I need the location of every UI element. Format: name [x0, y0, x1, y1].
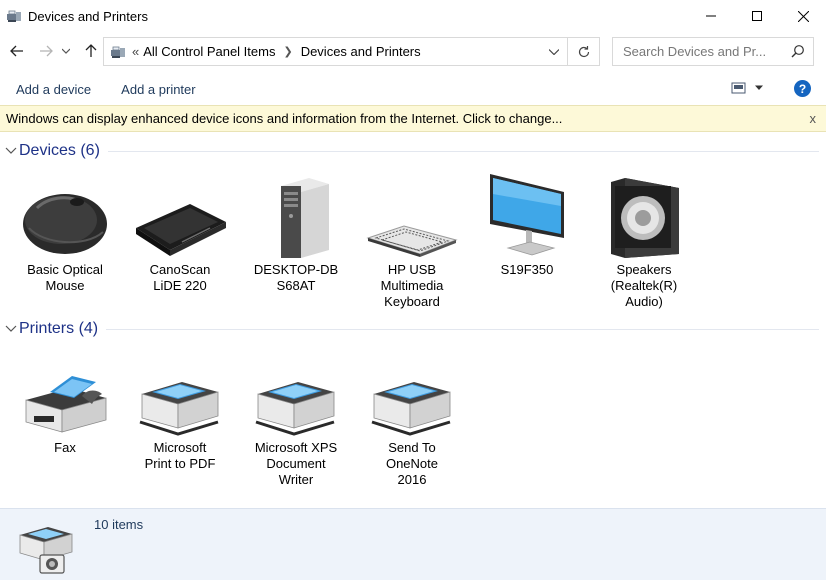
chevron-down-icon [62, 48, 70, 54]
item-count: 10 items [94, 517, 144, 532]
info-bar[interactable]: Windows can display enhanced device icon… [0, 105, 826, 132]
printer-icon [125, 350, 235, 436]
device-tile[interactable]: CanoScan LiDE 220 [125, 172, 235, 294]
devices-group-title: Devices (6) [19, 142, 100, 159]
minimize-button[interactable] [688, 0, 734, 32]
speaker-icon [589, 172, 699, 258]
devices-group-header[interactable]: Devices (6) [0, 140, 826, 162]
breadcrumb-devices-and-printers[interactable]: Devices and Printers [301, 44, 421, 59]
printer-label: Send To OneNote 2016 [385, 440, 439, 487]
info-bar-close-button[interactable]: x [810, 111, 817, 126]
printer-label: Fax [54, 440, 76, 455]
recent-locations-button[interactable] [59, 40, 73, 62]
device-label: DESKTOP-DB S68AT [253, 262, 339, 293]
navigation-bar: « All Control Panel Items ❯ Devices and … [0, 34, 826, 70]
refresh-button[interactable] [567, 38, 599, 65]
close-icon [797, 10, 809, 22]
devices-printers-large-icon [16, 523, 76, 580]
control-panel-icon [110, 44, 126, 60]
minimize-icon [706, 15, 716, 17]
printer-tile[interactable]: Microsoft XPS Document Writer [241, 350, 351, 488]
search-input[interactable] [623, 44, 793, 59]
device-label: Speakers (Realtek(R) Audio) [610, 262, 678, 309]
refresh-icon [578, 45, 589, 57]
address-bar[interactable]: « All Control Panel Items ❯ Devices and … [103, 37, 600, 66]
printers-group-header[interactable]: Printers (4) [0, 318, 826, 340]
arrow-right-icon [40, 45, 53, 57]
collapse-chevron-icon[interactable] [5, 325, 17, 333]
search-icon[interactable] [791, 44, 805, 61]
add-device-button[interactable]: Add a device [16, 82, 91, 97]
arrow-up-icon [85, 44, 97, 57]
group-divider [107, 150, 819, 152]
device-tile[interactable]: HP USB Multimedia Keyboard [357, 172, 467, 310]
address-dropdown-button[interactable] [543, 38, 565, 65]
details-pane: 10 items [0, 508, 826, 580]
devices-printers-app-icon [6, 8, 22, 24]
device-tile[interactable]: S19F350 [472, 172, 582, 278]
printer-icon [241, 350, 351, 436]
printer-label: Microsoft XPS Document Writer [254, 440, 338, 487]
device-label: S19F350 [500, 262, 554, 277]
breadcrumb-chevron-icon[interactable]: ❯ [283, 45, 292, 58]
breadcrumb-overflow[interactable]: « [132, 44, 139, 59]
fax-icon [10, 350, 120, 436]
up-button[interactable] [80, 40, 102, 62]
device-tile[interactable]: Speakers (Realtek(R) Audio) [589, 172, 699, 310]
device-tile[interactable]: Basic Optical Mouse [10, 172, 120, 294]
mouse-icon [10, 172, 120, 258]
printer-label: Microsoft Print to PDF [144, 440, 216, 471]
close-button[interactable] [780, 0, 826, 32]
collapse-chevron-icon[interactable] [5, 147, 17, 155]
maximize-button[interactable] [734, 0, 780, 32]
printer-tile[interactable]: Send To OneNote 2016 [357, 350, 467, 488]
command-bar: Add a device Add a printer ? [0, 74, 826, 104]
search-box [612, 37, 814, 66]
info-bar-message[interactable]: Windows can display enhanced device icon… [6, 111, 562, 126]
group-divider [106, 328, 819, 330]
title-bar: Devices and Printers [0, 0, 826, 32]
help-button[interactable]: ? [794, 80, 811, 97]
chevron-down-icon [549, 48, 559, 55]
device-label: CanoScan LiDE 220 [149, 262, 211, 293]
printer-icon [357, 350, 467, 436]
arrow-left-icon [10, 45, 23, 57]
device-label: HP USB Multimedia Keyboard [380, 262, 444, 309]
monitor-icon [472, 172, 582, 258]
caret-down-icon [755, 85, 763, 90]
printer-tile[interactable]: Microsoft Print to PDF [125, 350, 235, 472]
printers-group-title: Printers (4) [19, 320, 99, 337]
device-label: Basic Optical Mouse [27, 262, 103, 293]
window-title: Devices and Printers [28, 8, 148, 24]
change-view-button[interactable] [731, 81, 764, 95]
forward-button[interactable] [35, 40, 57, 62]
computer-tower-icon [241, 172, 351, 258]
add-printer-button[interactable]: Add a printer [121, 82, 195, 97]
device-tile[interactable]: DESKTOP-DB S68AT [241, 172, 351, 294]
back-button[interactable] [6, 40, 28, 62]
printer-tile[interactable]: Fax [10, 350, 120, 456]
scanner-icon [125, 172, 235, 258]
maximize-icon [752, 11, 762, 21]
breadcrumb-all-control-panel-items[interactable]: All Control Panel Items [143, 44, 275, 59]
view-options-icon [731, 82, 746, 94]
keyboard-icon [357, 172, 467, 258]
